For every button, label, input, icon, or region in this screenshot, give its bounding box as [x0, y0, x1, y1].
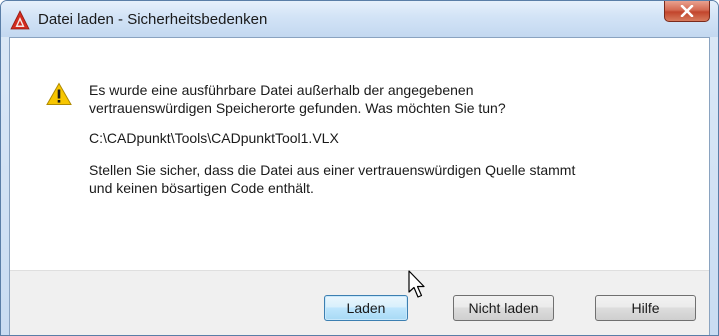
autocad-logo-icon [10, 10, 30, 30]
file-path: C:\CADpunkt\Tools\CADpunktTool1.VLX [89, 130, 339, 146]
security-dialog: Datei laden - Sicherheitsbedenken Es wur… [0, 0, 719, 336]
close-icon [680, 5, 694, 17]
mouse-pointer-icon [408, 270, 430, 300]
advice-text: Stellen Sie sicher, dass die Datei aus e… [89, 162, 576, 196]
title-bar[interactable]: Datei laden - Sicherheitsbedenken [1, 1, 718, 37]
help-button[interactable]: Hilfe [595, 295, 696, 321]
close-button[interactable] [664, 1, 710, 22]
message-area: Es wurde eine ausführbare Datei außerhal… [10, 38, 709, 270]
message-line: Es wurde eine ausführbare Datei außerhal… [89, 82, 506, 116]
dont-load-button[interactable]: Nicht laden [453, 295, 554, 321]
dialog-title: Datei laden - Sicherheitsbedenken [38, 11, 268, 28]
dialog-body: Es wurde eine ausführbare Datei außerhal… [9, 37, 710, 335]
load-button[interactable]: Laden [324, 295, 408, 321]
message-text: Es wurde eine ausführbare Datei außerhal… [89, 81, 689, 209]
button-bar: Laden Nicht laden Hilfe [10, 270, 709, 335]
warning-icon [46, 82, 72, 106]
